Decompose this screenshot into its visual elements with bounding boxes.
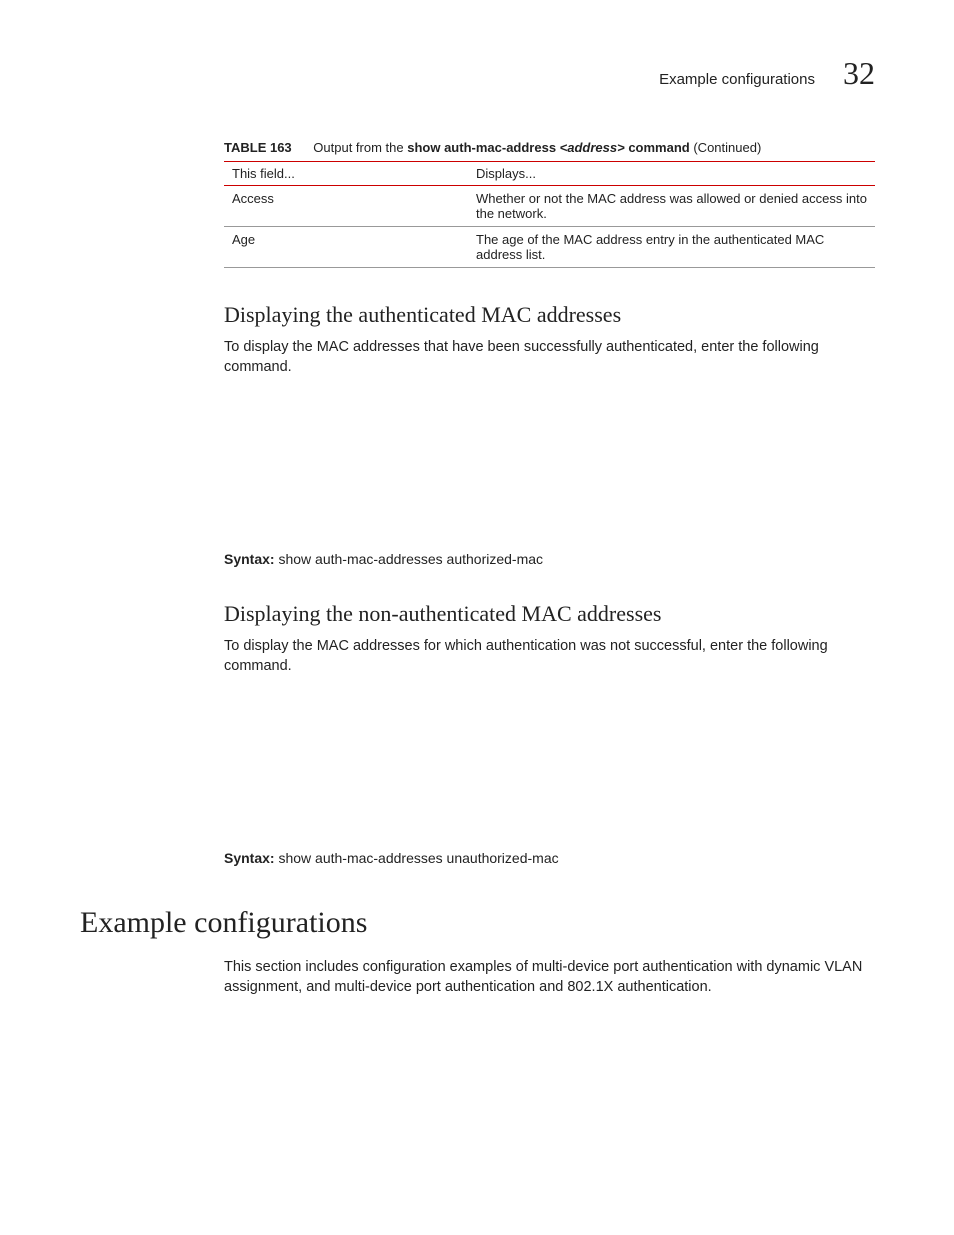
table-caption-cmd: show auth-mac-address xyxy=(407,140,559,155)
body-nonauthenticated: To display the MAC addresses for which a… xyxy=(224,637,875,676)
syntax-label: Syntax: xyxy=(224,850,275,866)
heading-authenticated: Displaying the authenticated MAC address… xyxy=(224,302,875,328)
body-authenticated: To display the MAC addresses that have b… xyxy=(224,338,875,377)
output-fields-table: This field... Displays... Access Whether… xyxy=(224,161,875,268)
section-heading-example-configurations: Example configurations xyxy=(80,906,875,940)
table-caption-prefix: Output from the xyxy=(313,140,407,155)
running-header: Example configurations 32 xyxy=(80,55,875,92)
table-cell-desc: The age of the MAC address entry in the … xyxy=(468,227,875,268)
spacer xyxy=(224,690,875,850)
table-header-field: This field... xyxy=(224,162,468,186)
table-header-row: This field... Displays... xyxy=(224,162,875,186)
syntax-line-1: Syntax: show auth-mac-addresses authoriz… xyxy=(224,551,875,567)
table-caption-suffix: command xyxy=(625,140,690,155)
syntax-text: show auth-mac-addresses unauthorized-mac xyxy=(275,850,559,866)
running-header-label: Example configurations xyxy=(659,71,815,88)
table-row: Access Whether or not the MAC address wa… xyxy=(224,186,875,227)
table-caption-continued: (Continued) xyxy=(690,140,762,155)
table-row: Age The age of the MAC address entry in … xyxy=(224,227,875,268)
heading-nonauthenticated: Displaying the non-authenticated MAC add… xyxy=(224,601,875,627)
table-number: TABLE 163 xyxy=(224,140,292,155)
table-caption-arg: <address> xyxy=(560,140,625,155)
syntax-line-2: Syntax: show auth-mac-addresses unauthor… xyxy=(224,850,875,866)
syntax-text: show auth-mac-addresses authorized-mac xyxy=(275,551,543,567)
table-header-displays: Displays... xyxy=(468,162,875,186)
table-caption: TABLE 163 Output from the show auth-mac-… xyxy=(224,140,875,155)
table-cell-field: Access xyxy=(224,186,468,227)
chapter-number: 32 xyxy=(843,55,875,92)
spacer xyxy=(224,391,875,551)
body-example-configurations: This section includes configuration exam… xyxy=(224,958,875,997)
syntax-label: Syntax: xyxy=(224,551,275,567)
table-cell-desc: Whether or not the MAC address was allow… xyxy=(468,186,875,227)
table-cell-field: Age xyxy=(224,227,468,268)
